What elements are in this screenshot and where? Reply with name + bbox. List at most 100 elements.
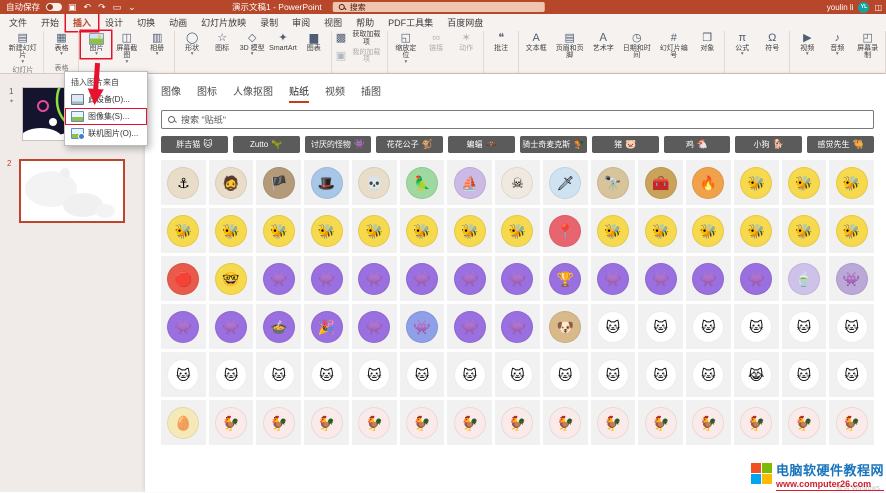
sticker-tile-r1c3[interactable]: 🏴 xyxy=(256,160,301,205)
ribbon-button-日期和时间[interactable]: ◷日期和时间 xyxy=(618,31,655,60)
ribbon-button-新建幻灯片[interactable]: ▤新建幻灯片▾ xyxy=(4,31,41,66)
sticker-tile-r2c8[interactable]: 🐝 xyxy=(495,208,540,253)
sticker-tile-r2c12[interactable]: 🐝 xyxy=(686,208,731,253)
sticker-tile-r6c2[interactable]: 🐓 xyxy=(209,400,254,445)
category-pill-蝙蝠[interactable]: 蝙蝠🦇 xyxy=(448,136,515,153)
ribbon-tab-插入[interactable]: 插入 xyxy=(66,14,98,31)
sticker-tile-r5c14[interactable]: 🐱 xyxy=(782,352,827,397)
sticker-tile-r6c13[interactable]: 🐓 xyxy=(734,400,779,445)
tab-图像[interactable]: 图像 xyxy=(161,83,181,103)
sticker-tile-r6c15[interactable]: 🐓 xyxy=(829,400,874,445)
sticker-tile-r5c6[interactable]: 🐱 xyxy=(400,352,445,397)
sticker-tile-r3c3[interactable]: 👾 xyxy=(256,256,301,301)
sticker-tile-r5c3[interactable]: 🐱 xyxy=(256,352,301,397)
sticker-tile-r1c2[interactable]: 🧔 xyxy=(209,160,254,205)
sticker-tile-r1c11[interactable]: 🧰 xyxy=(638,160,683,205)
sticker-tile-r1c12[interactable]: 🔥 xyxy=(686,160,731,205)
sticker-tile-r3c13[interactable]: 👾 xyxy=(734,256,779,301)
undo-icon[interactable]: ↶ xyxy=(84,3,92,12)
sticker-tile-r3c10[interactable]: 👾 xyxy=(591,256,636,301)
sticker-tile-r1c1[interactable]: ⚓ xyxy=(161,160,206,205)
ribbon-button-对象[interactable]: ❒对象 xyxy=(692,31,722,52)
sticker-tile-r3c5[interactable]: 👾 xyxy=(352,256,397,301)
ribbon-button-符号[interactable]: Ω符号 xyxy=(757,31,787,52)
autosave-toggle[interactable] xyxy=(46,3,62,11)
sticker-tile-r1c5[interactable]: 💀 xyxy=(352,160,397,205)
sticker-tile-r4c12[interactable]: 🐱 xyxy=(686,304,731,349)
sticker-tile-r6c10[interactable]: 🐓 xyxy=(591,400,636,445)
sticker-tile-r1c14[interactable]: 🐝 xyxy=(782,160,827,205)
sticker-tile-r1c15[interactable]: 🐝 xyxy=(829,160,874,205)
category-pill-感觉先生[interactable]: 感觉先生🐫 xyxy=(807,136,874,153)
sticker-tile-r2c6[interactable]: 🐝 xyxy=(400,208,445,253)
ribbon-tab-帮助[interactable]: 帮助 xyxy=(349,14,381,31)
sticker-tile-r3c11[interactable]: 👾 xyxy=(638,256,683,301)
ribbon-tab-开始[interactable]: 开始 xyxy=(34,14,66,31)
ribbon-button-屏幕录制[interactable]: ◰屏幕录制 xyxy=(852,31,883,60)
sticker-tile-r4c8[interactable]: 👾 xyxy=(495,304,540,349)
sticker-tile-r2c9[interactable]: 📍 xyxy=(543,208,588,253)
sticker-tile-r1c6[interactable]: 🦜 xyxy=(400,160,445,205)
sticker-tile-r1c10[interactable]: 🔭 xyxy=(591,160,636,205)
avatar[interactable]: YL xyxy=(858,2,869,13)
sticker-tile-r6c11[interactable]: 🐓 xyxy=(638,400,683,445)
sticker-tile-r1c8[interactable]: ☠ xyxy=(495,160,540,205)
sticker-tile-r4c13[interactable]: 🐱 xyxy=(734,304,779,349)
user-name[interactable]: youlin li xyxy=(827,3,854,12)
sticker-tile-r1c13[interactable]: 🐝 xyxy=(734,160,779,205)
ribbon-button-SmartArt[interactable]: ✦SmartArt xyxy=(267,31,299,52)
ribbon-tab-动画[interactable]: 动画 xyxy=(162,14,194,31)
sticker-tile-r2c4[interactable]: 🐝 xyxy=(304,208,349,253)
sticker-tile-r5c9[interactable]: 🐱 xyxy=(543,352,588,397)
ribbon-button-文本框[interactable]: A文本框 xyxy=(521,31,551,52)
sticker-tile-r1c9[interactable]: 🗡 xyxy=(543,160,588,205)
sticker-tile-r3c15[interactable]: 👾 xyxy=(829,256,874,301)
category-pill-讨厌的怪物[interactable]: 讨厌的怪物👾 xyxy=(305,136,372,153)
tab-插图[interactable]: 插图 xyxy=(361,83,381,103)
ribbon-tab-幻灯片放映[interactable]: 幻灯片放映 xyxy=(194,14,253,31)
tab-人像抠图[interactable]: 人像抠图 xyxy=(233,83,273,103)
category-pill-Zutto[interactable]: Zutto🦖 xyxy=(233,136,300,153)
sticker-tile-r6c8[interactable]: 🐓 xyxy=(495,400,540,445)
sticker-tile-r6c3[interactable]: 🐓 xyxy=(256,400,301,445)
ribbon-button-动作[interactable]: ✶动作 xyxy=(451,31,481,52)
sticker-tile-r4c10[interactable]: 🐱 xyxy=(591,304,636,349)
save-icon[interactable]: ▣ xyxy=(68,3,77,12)
ribbon-tab-PDF工具集[interactable]: PDF工具集 xyxy=(381,14,440,31)
menu-item-图像集(S)...[interactable]: 图像集(S)... xyxy=(65,108,147,125)
ribbon-tab-录制[interactable]: 录制 xyxy=(253,14,285,31)
ribbon-tab-视图[interactable]: 视图 xyxy=(317,14,349,31)
ribbon-button-艺术字[interactable]: Ａ艺术字 xyxy=(588,31,618,52)
ribbon-button-图表[interactable]: ▆图表 xyxy=(299,31,329,52)
ribbon-button-屏幕截图[interactable]: ◫屏幕截图▾ xyxy=(111,31,142,66)
ribbon-tab-审阅[interactable]: 审阅 xyxy=(285,14,317,31)
ribbon-button-相册[interactable]: ▥相册▾ xyxy=(142,31,172,58)
sticker-tile-r5c11[interactable]: 🐱 xyxy=(638,352,683,397)
sticker-tile-r3c4[interactable]: 👾 xyxy=(304,256,349,301)
sticker-tile-r2c7[interactable]: 🐝 xyxy=(447,208,492,253)
sticker-tile-r2c5[interactable]: 🐝 xyxy=(352,208,397,253)
sticker-tile-r6c9[interactable]: 🐓 xyxy=(543,400,588,445)
sticker-tile-r5c15[interactable]: 🐱 xyxy=(829,352,874,397)
sticker-tile-r5c4[interactable]: 🐱 xyxy=(304,352,349,397)
sticker-tile-r5c10[interactable]: 🐱 xyxy=(591,352,636,397)
ribbon-button-表格[interactable]: ▦表格▾ xyxy=(46,31,76,58)
sticker-tile-r2c11[interactable]: 🐝 xyxy=(638,208,683,253)
ribbon-button-获取加载项[interactable]: ▩获取加载项 xyxy=(334,31,386,46)
category-pill-猪[interactable]: 猪🐷 xyxy=(592,136,659,153)
category-pill-胖吉猫[interactable]: 胖吉猫🐱 xyxy=(161,136,228,153)
sticker-tile-r4c1[interactable]: 👾 xyxy=(161,304,206,349)
redo-icon[interactable]: ↷ xyxy=(98,3,106,12)
ribbon-button-音频[interactable]: ♪音频▾ xyxy=(822,31,852,58)
sticker-tile-r5c13[interactable]: 😹 xyxy=(734,352,779,397)
ribbon-tab-文件[interactable]: 文件 xyxy=(2,14,34,31)
sticker-tile-r3c7[interactable]: 👾 xyxy=(447,256,492,301)
tab-视频[interactable]: 视频 xyxy=(325,83,345,103)
slideshow-icon[interactable]: ▭ xyxy=(113,3,122,12)
tab-贴纸[interactable]: 贴纸 xyxy=(289,83,309,103)
category-pill-小狗[interactable]: 小狗🐕 xyxy=(735,136,802,153)
sticker-tile-r4c2[interactable]: 👾 xyxy=(209,304,254,349)
tab-图标[interactable]: 图标 xyxy=(197,83,217,103)
ribbon-button-3D 模型[interactable]: ◇3D 模型▾ xyxy=(237,31,267,58)
category-pill-鸡[interactable]: 鸡🐔 xyxy=(664,136,731,153)
